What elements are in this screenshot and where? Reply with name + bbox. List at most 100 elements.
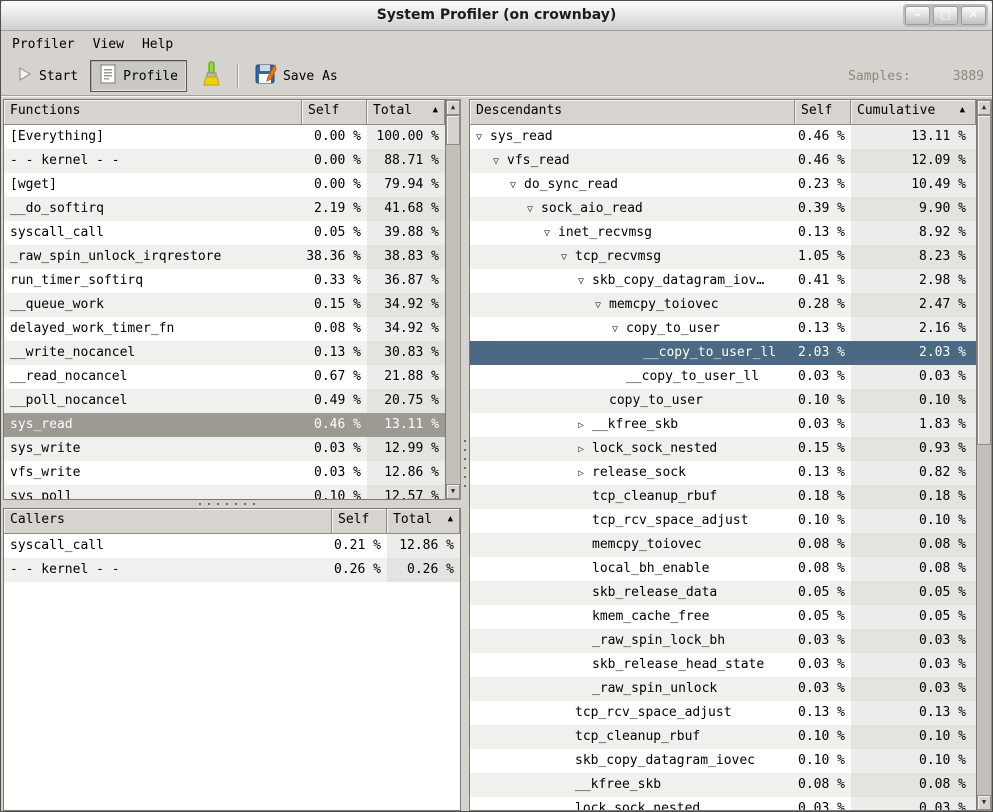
table-row[interactable]: skb_release_data0.05 %0.05 %: [470, 581, 976, 605]
table-row[interactable]: skb_release_head_state0.03 %0.03 %: [470, 653, 976, 677]
table-row[interactable]: delayed_work_timer_fn0.08 %34.92 %: [4, 317, 445, 341]
table-row[interactable]: tcp_cleanup_rbuf0.18 %0.18 %: [470, 485, 976, 509]
maximize-button[interactable]: □: [933, 6, 958, 25]
table-row[interactable]: tcp_rcv_space_adjust0.10 %0.10 %: [470, 509, 976, 533]
expander-icon[interactable]: ▽: [561, 246, 575, 269]
expander-icon[interactable]: ▽: [578, 270, 592, 293]
scrollbar-thumb[interactable]: [446, 115, 460, 145]
expander-icon[interactable]: ▽: [493, 150, 507, 173]
total-percent-cell: 0.05 %: [851, 581, 976, 605]
self-percent-cell: 0.00 %: [302, 125, 367, 149]
table-row[interactable]: ▽memcpy_toiovec0.28 %2.47 %: [470, 293, 976, 317]
table-row[interactable]: sys_write0.03 %12.99 %: [4, 437, 445, 461]
functions-column-header[interactable]: Functions: [4, 100, 302, 125]
descendants-scrollbar[interactable]: ▲ ▼: [977, 99, 992, 811]
table-row[interactable]: copy_to_user0.10 %0.10 %: [470, 389, 976, 413]
scrollbar-thumb[interactable]: [977, 115, 991, 445]
scroll-down-icon[interactable]: ▼: [446, 484, 460, 499]
scrollbar-track[interactable]: [446, 145, 460, 484]
table-row[interactable]: ▽tcp_recvmsg1.05 %8.23 %: [470, 245, 976, 269]
table-row[interactable]: _raw_spin_unlock0.03 %0.03 %: [470, 677, 976, 701]
callers-column-header[interactable]: Callers: [4, 509, 332, 534]
total-percent-cell: 0.03 %: [851, 653, 976, 677]
table-row[interactable]: __read_nocancel0.67 %21.88 %: [4, 365, 445, 389]
table-row[interactable]: memcpy_toiovec0.08 %0.08 %: [470, 533, 976, 557]
table-row[interactable]: sys_poll0.10 %12.57 %: [4, 485, 445, 499]
scroll-up-icon[interactable]: ▲: [446, 100, 460, 115]
table-row[interactable]: ▽sock_aio_read0.39 %9.90 %: [470, 197, 976, 221]
table-row[interactable]: [Everything]0.00 %100.00 %: [4, 125, 445, 149]
table-row[interactable]: ▽vfs_read0.46 %12.09 %: [470, 149, 976, 173]
table-row[interactable]: ▽sys_read0.46 %13.11 %: [470, 125, 976, 149]
descendants-column-header[interactable]: Descendants: [470, 100, 795, 125]
expander-icon[interactable]: ▽: [510, 174, 524, 197]
start-button[interactable]: Start: [9, 60, 86, 92]
reset-button[interactable]: [193, 60, 229, 92]
expander-icon[interactable]: ▷: [578, 414, 592, 437]
total-column-header[interactable]: Total ▲: [387, 509, 460, 534]
profile-toggle-button[interactable]: Profile: [90, 60, 187, 92]
save-as-button[interactable]: Save As: [247, 60, 346, 92]
table-row[interactable]: __poll_nocancel0.49 %20.75 %: [4, 389, 445, 413]
close-button[interactable]: ✕: [961, 6, 986, 25]
sort-arrow-icon: ▲: [433, 103, 438, 115]
table-row[interactable]: syscall_call0.05 %39.88 %: [4, 221, 445, 245]
cumulative-column-header[interactable]: Cumulative ▲: [851, 100, 976, 125]
table-row[interactable]: __do_softirq2.19 %41.68 %: [4, 197, 445, 221]
vertical-splitter[interactable]: [461, 97, 469, 811]
table-row[interactable]: ▷lock_sock_nested0.15 %0.93 %: [470, 437, 976, 461]
expander-icon[interactable]: ▽: [612, 318, 626, 341]
table-row[interactable]: - - kernel - -0.26 %0.26 %: [4, 558, 460, 582]
expander-icon[interactable]: ▷: [578, 462, 592, 485]
table-row[interactable]: syscall_call0.21 %12.86 %: [4, 534, 460, 558]
table-row[interactable]: ▽inet_recvmsg0.13 %8.92 %: [470, 221, 976, 245]
menu-help[interactable]: Help: [133, 34, 182, 55]
table-row[interactable]: ▽do_sync_read0.23 %10.49 %: [470, 173, 976, 197]
table-row[interactable]: __copy_to_user_ll2.03 %2.03 %: [470, 341, 976, 365]
table-row[interactable]: kmem_cache_free0.05 %0.05 %: [470, 605, 976, 629]
table-row[interactable]: __kfree_skb0.08 %0.08 %: [470, 773, 976, 797]
scroll-down-icon[interactable]: ▼: [977, 795, 991, 810]
table-row[interactable]: _raw_spin_lock_bh0.03 %0.03 %: [470, 629, 976, 653]
table-row[interactable]: ▷release_sock0.13 %0.82 %: [470, 461, 976, 485]
table-row[interactable]: tcp_rcv_space_adjust0.13 %0.13 %: [470, 701, 976, 725]
self-column-header[interactable]: Self: [795, 100, 851, 125]
functions-scrollbar[interactable]: ▲ ▼: [446, 99, 461, 500]
table-row[interactable]: __queue_work0.15 %34.92 %: [4, 293, 445, 317]
function-name-cell: ▽tcp_recvmsg: [470, 245, 795, 269]
table-row[interactable]: ▽skb_copy_datagram_iov…0.41 %2.98 %: [470, 269, 976, 293]
table-row[interactable]: [wget]0.00 %79.94 %: [4, 173, 445, 197]
table-row[interactable]: sys_read0.46 %13.11 %: [4, 413, 445, 437]
scroll-up-icon[interactable]: ▲: [977, 100, 991, 115]
table-row[interactable]: __write_nocancel0.13 %30.83 %: [4, 341, 445, 365]
self-percent-cell: 0.08 %: [302, 317, 367, 341]
function-name-cell: memcpy_toiovec: [470, 533, 795, 557]
table-row[interactable]: run_timer_softirq0.33 %36.87 %: [4, 269, 445, 293]
horizontal-splitter[interactable]: [3, 500, 461, 508]
table-row[interactable]: _raw_spin_unlock_irqrestore38.36 %38.83 …: [4, 245, 445, 269]
self-column-header[interactable]: Self: [332, 509, 387, 534]
expander-icon[interactable]: ▽: [527, 198, 541, 221]
table-row[interactable]: skb_copy_datagram_iovec0.10 %0.10 %: [470, 749, 976, 773]
table-row[interactable]: ▽copy_to_user0.13 %2.16 %: [470, 317, 976, 341]
table-row[interactable]: lock_sock_nested0.03 %0.03 %: [470, 797, 976, 810]
scrollbar-track[interactable]: [977, 445, 991, 795]
titlebar[interactable]: System Profiler (on crownbay) – □ ✕: [1, 1, 992, 31]
minimize-button[interactable]: –: [905, 6, 930, 25]
table-row[interactable]: ▷__kfree_skb0.03 %1.83 %: [470, 413, 976, 437]
menu-view[interactable]: View: [84, 34, 133, 55]
table-row[interactable]: __copy_to_user_ll0.03 %0.03 %: [470, 365, 976, 389]
total-column-header[interactable]: Total ▲: [367, 100, 445, 125]
table-row[interactable]: local_bh_enable0.08 %0.08 %: [470, 557, 976, 581]
callers-header: Callers Self Total ▲: [4, 509, 460, 534]
expander-icon[interactable]: ▽: [544, 222, 558, 245]
self-column-header[interactable]: Self: [302, 100, 367, 125]
table-row[interactable]: vfs_write0.03 %12.86 %: [4, 461, 445, 485]
menu-profiler[interactable]: Profiler: [3, 34, 84, 55]
table-row[interactable]: - - kernel - -0.00 %88.71 %: [4, 149, 445, 173]
total-percent-cell: 34.92 %: [367, 293, 445, 317]
table-row[interactable]: tcp_cleanup_rbuf0.10 %0.10 %: [470, 725, 976, 749]
expander-icon[interactable]: ▷: [578, 438, 592, 461]
expander-icon[interactable]: ▽: [476, 126, 490, 149]
expander-icon[interactable]: ▽: [595, 294, 609, 317]
